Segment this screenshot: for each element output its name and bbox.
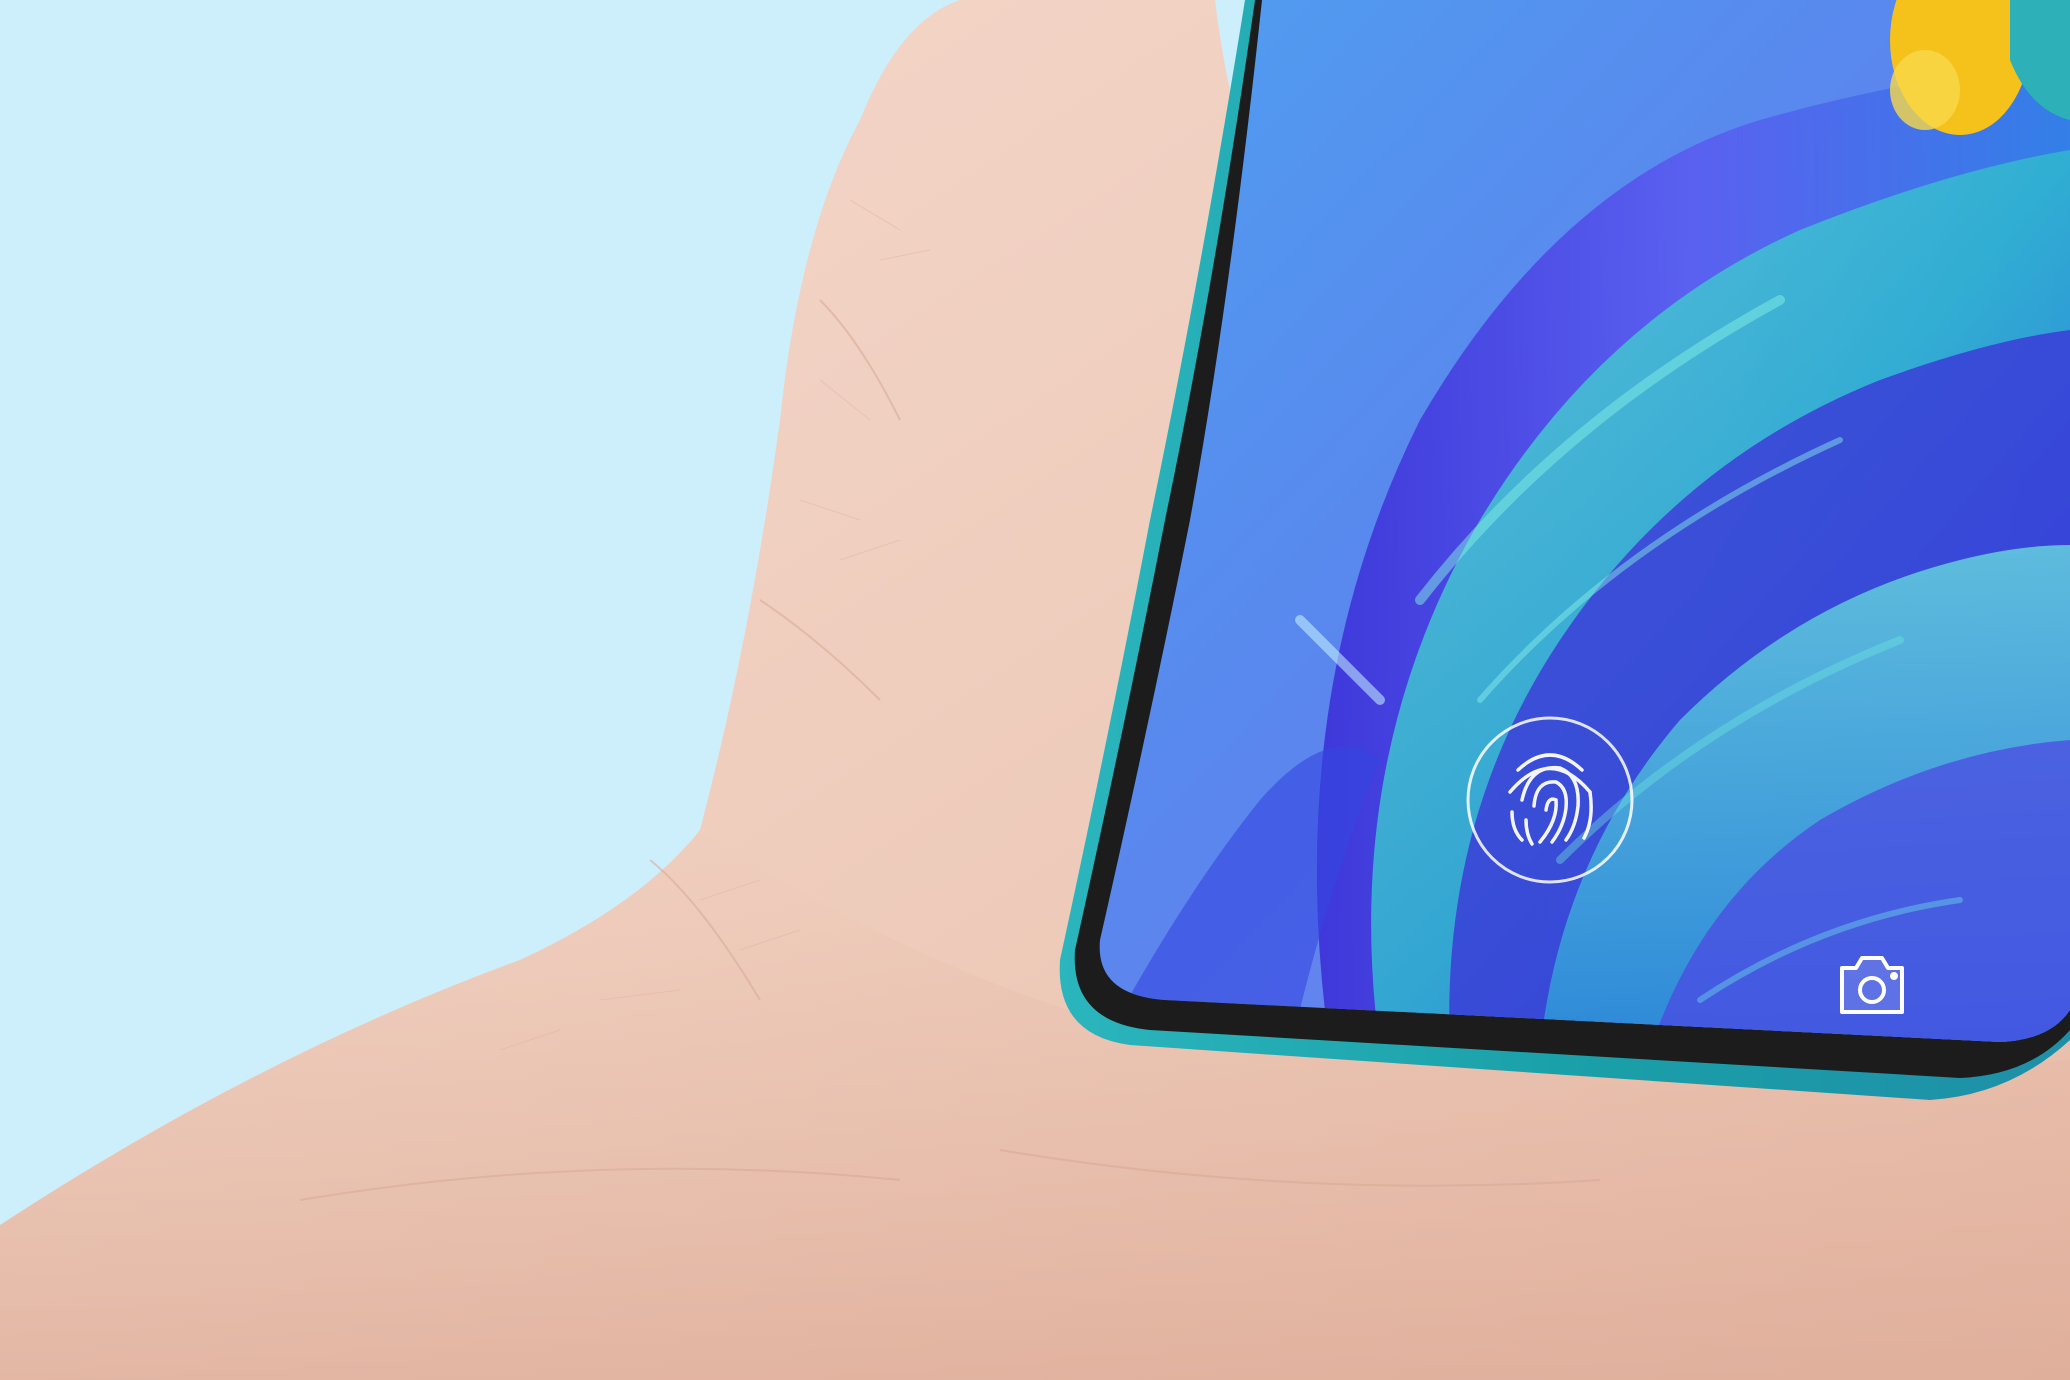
camera-icon	[1840, 956, 1904, 1014]
product-photo	[0, 0, 2070, 1380]
camera-shortcut[interactable]	[1840, 956, 1904, 1014]
